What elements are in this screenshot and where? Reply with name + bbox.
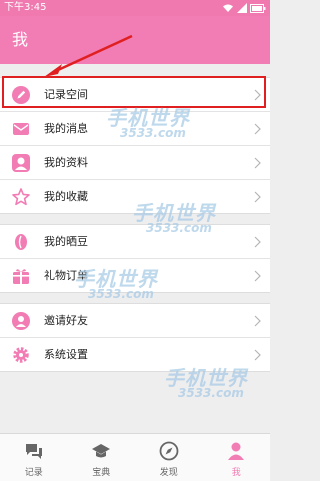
menu-item-label: 邀请好友 [44, 314, 88, 327]
graduation-cap-icon [92, 444, 111, 458]
gift-icon [13, 269, 29, 284]
menu-item-record-space[interactable]: 记录空间 [0, 78, 270, 112]
tab-bar: 记录 宝典 发现 我 [0, 433, 270, 481]
chevron-right-icon [254, 236, 261, 248]
page-title: 我 [12, 30, 29, 49]
status-time: 下午3:45 [4, 2, 47, 13]
tab-label: 我 [231, 468, 241, 478]
chevron-right-icon [254, 270, 261, 282]
chevron-right-icon [254, 349, 261, 361]
chevron-right-icon [254, 89, 261, 101]
chevron-right-icon [254, 191, 261, 203]
signal-icon [237, 3, 247, 13]
status-icons [222, 2, 266, 14]
user-icon [12, 154, 30, 172]
menu-item-messages[interactable]: 我的消息 [0, 112, 270, 146]
menu-item-label: 记录空间 [44, 88, 88, 101]
compass-icon [159, 441, 179, 461]
chevron-right-icon [254, 315, 261, 327]
status-bar: 下午3:45 [0, 0, 270, 16]
tab-guide[interactable]: 宝典 [68, 434, 136, 481]
tab-record[interactable]: 记录 [0, 434, 68, 481]
menu-group-settings: 邀请好友 系统设置 [0, 303, 270, 372]
tab-label: 记录 [24, 468, 43, 478]
menu-item-label: 我的资料 [44, 156, 88, 169]
bean-icon [15, 234, 27, 250]
pencil-icon [12, 86, 30, 104]
battery-icon [250, 3, 266, 13]
person-icon [228, 442, 245, 460]
chevron-right-icon [254, 157, 261, 169]
tab-me[interactable]: 我 [203, 434, 271, 481]
menu-item-label: 系统设置 [44, 348, 88, 361]
invite-icon [12, 312, 30, 330]
tab-label: 宝典 [92, 468, 111, 478]
app-header: 我 [0, 16, 270, 64]
menu-item-label: 礼物订单 [44, 269, 88, 282]
menu-item-system-settings[interactable]: 系统设置 [0, 338, 270, 371]
wifi-icon [223, 4, 233, 12]
menu-item-invite-friends[interactable]: 邀请好友 [0, 304, 270, 338]
gear-icon [13, 347, 29, 363]
menu-item-label: 我的收藏 [44, 190, 88, 203]
menu-item-beans[interactable]: 我的晒豆 [0, 225, 270, 259]
menu-item-label: 我的晒豆 [44, 235, 88, 248]
menu-item-favorites[interactable]: 我的收藏 [0, 180, 270, 213]
menu-item-profile[interactable]: 我的资料 [0, 146, 270, 180]
chevron-right-icon [254, 123, 261, 135]
envelope-icon [13, 123, 29, 135]
star-icon [12, 188, 30, 206]
menu-group-account: 记录空间 我的消息 我的资料 我的收藏 [0, 77, 270, 214]
menu-group-assets: 我的晒豆 礼物订单 [0, 224, 270, 293]
menu-item-label: 我的消息 [44, 122, 88, 135]
tab-discover[interactable]: 发现 [135, 434, 203, 481]
menu-item-gift-orders[interactable]: 礼物订单 [0, 259, 270, 292]
tab-label: 发现 [159, 468, 178, 478]
chat-icon [25, 444, 42, 459]
